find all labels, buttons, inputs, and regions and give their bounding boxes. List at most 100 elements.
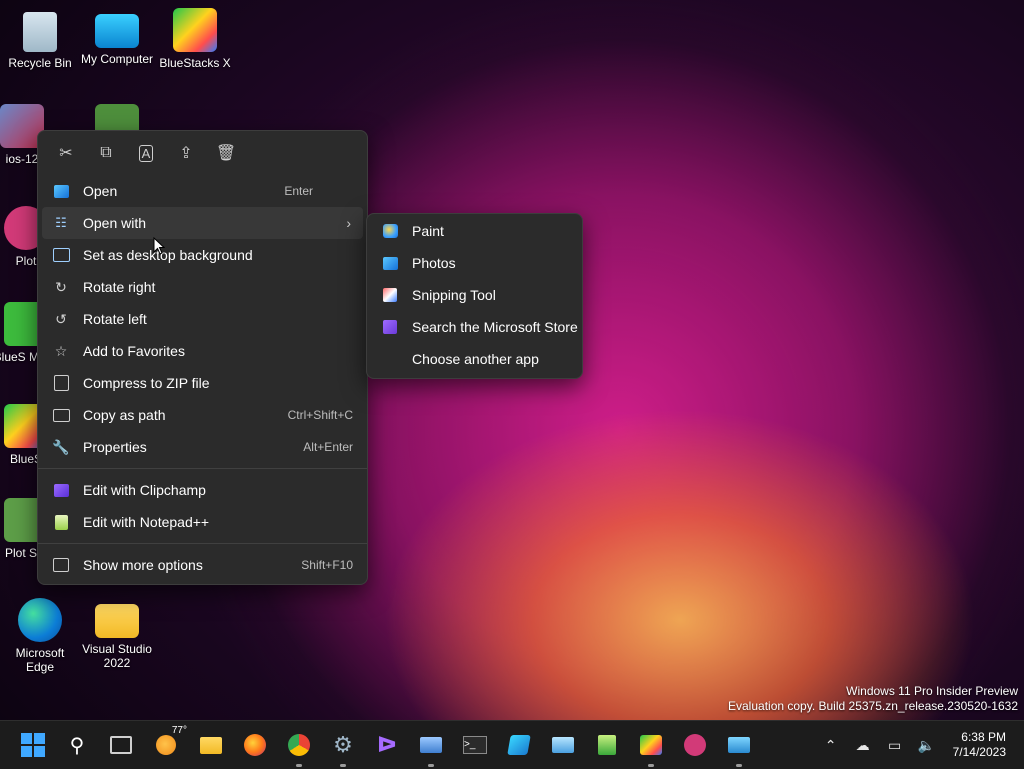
monitor-chart-icon <box>420 737 442 753</box>
monitor-icon <box>95 14 139 48</box>
rename-button[interactable]: A <box>130 137 162 169</box>
menu-item-label: Set as desktop background <box>83 247 253 263</box>
share-button[interactable]: ⇪ <box>170 137 202 169</box>
desktop-icon-label: My Computer <box>80 52 154 66</box>
menu-item-set-background[interactable]: Set as desktop background <box>42 239 363 271</box>
cut-button[interactable]: ✂ <box>50 137 82 169</box>
weather-icon <box>156 735 176 755</box>
taskbar-settings[interactable]: ⚙ <box>327 729 359 767</box>
taskbar-visual-studio[interactable]: ᐅ <box>371 729 403 761</box>
share-icon: ⇪ <box>179 145 193 162</box>
open-with-submenu: Paint Photos Snipping Tool Search the Mi… <box>366 213 583 379</box>
menu-item-label: Rotate right <box>83 279 156 295</box>
submenu-item-label: Snipping Tool <box>412 287 496 303</box>
open-with-icon: ☷ <box>55 215 67 230</box>
start-button[interactable] <box>17 729 49 761</box>
menu-item-rotate-right[interactable]: ↻ Rotate right <box>42 271 363 303</box>
edge-icon <box>18 598 62 642</box>
copy-path-icon <box>52 406 70 424</box>
submenu-item-label: Paint <box>412 223 444 239</box>
desktop-icon-label: Microsoft Edge <box>15 646 65 674</box>
menu-item-label: Copy as path <box>83 407 166 423</box>
wrench-icon: 🔧 <box>52 438 70 455</box>
menu-item-show-more[interactable]: Show more options Shift+F10 <box>42 549 363 581</box>
photos-icon <box>381 254 399 272</box>
clock[interactable]: 6:38 PM 7/14/2023 <box>953 730 1006 760</box>
taskbar-terminal[interactable]: >_ <box>459 729 491 761</box>
taskbar-plot-app[interactable] <box>679 729 711 761</box>
taskbar-chrome[interactable] <box>283 729 315 767</box>
chevron-up-icon[interactable]: ⌃ <box>820 737 842 754</box>
submenu-item-paint[interactable]: Paint <box>371 215 578 247</box>
submenu-item-choose-another-app[interactable]: Choose another app <box>371 343 578 375</box>
weather-temp: 77° <box>171 725 187 736</box>
mouse-cursor-icon <box>153 237 165 255</box>
taskbar-rdp[interactable] <box>723 729 755 767</box>
menu-item-label: Open with <box>83 215 147 231</box>
network-icon[interactable]: ▭ <box>884 737 906 754</box>
desktop-icon-label: Visual Studio 2022 <box>82 642 152 670</box>
taskbar-bluestacks[interactable] <box>635 729 667 767</box>
menu-item-shortcut: Enter <box>284 184 313 198</box>
menu-item-open-with[interactable]: ☷ Open with › <box>42 207 363 239</box>
menu-item-label: Edit with Clipchamp <box>83 482 206 498</box>
menu-item-properties[interactable]: 🔧 Properties Alt+Enter <box>42 431 363 463</box>
menu-item-notepadpp[interactable]: Edit with Notepad++ <box>42 506 363 538</box>
copy-icon: ⧉ <box>100 144 112 161</box>
watermark-line1: Windows 11 Pro Insider Preview <box>846 684 1018 698</box>
desktop-icon-visual-studio[interactable]: Visual Studio 2022 <box>77 598 157 670</box>
desktop-icon-recycle-bin[interactable]: Recycle Bin <box>0 8 80 70</box>
desktop-icon-bluestacks-x[interactable]: BlueStacks X <box>155 8 235 70</box>
plot-app-icon <box>684 734 706 756</box>
taskbar-firefox[interactable] <box>239 729 271 761</box>
menu-item-shortcut: Ctrl+Shift+C <box>287 408 353 422</box>
blank-icon <box>381 350 399 368</box>
menu-item-copy-path[interactable]: Copy as path Ctrl+Shift+C <box>42 399 363 431</box>
copy-button[interactable]: ⧉ <box>90 137 122 169</box>
menu-item-add-favorites[interactable]: ☆ Add to Favorites <box>42 335 363 367</box>
cloud-offline-icon[interactable]: ☁ <box>852 737 874 754</box>
menu-item-shortcut: Shift+F10 <box>301 558 353 572</box>
zip-icon <box>52 374 70 392</box>
search-icon: ⚲ <box>69 734 85 757</box>
desktop-icon-label: Plot <box>15 254 37 268</box>
submenu-item-microsoft-store[interactable]: Search the Microsoft Store <box>371 311 578 343</box>
menu-item-compress-zip[interactable]: Compress to ZIP file <box>42 367 363 399</box>
watermark-line2: Evaluation copy. Build 25375.zn_release.… <box>728 699 1018 713</box>
volume-icon[interactable]: 🔈 <box>916 737 938 754</box>
task-view-button[interactable] <box>105 729 137 761</box>
desktop-icon-my-computer[interactable]: My Computer <box>77 8 157 66</box>
search-button[interactable]: ⚲ <box>61 729 93 761</box>
menu-item-open[interactable]: Open Enter <box>42 175 363 207</box>
desktop-icon-label: BlueStacks X <box>159 56 231 70</box>
taskbar-control-panel[interactable] <box>547 729 579 761</box>
taskbar-resource-monitor[interactable] <box>415 729 447 767</box>
menu-item-label: Properties <box>83 439 147 455</box>
menu-item-rotate-left[interactable]: ↺ Rotate left <box>42 303 363 335</box>
gear-icon: ⚙ <box>333 732 353 757</box>
system-tray: ⌃ ☁ ▭ 🔈 6:38 PM 7/14/2023 <box>815 721 1024 769</box>
taskbar-notepadpp[interactable] <box>591 729 623 761</box>
submenu-item-label: Search the Microsoft Store <box>412 319 578 335</box>
submenu-item-photos[interactable]: Photos <box>371 247 578 279</box>
star-icon: ☆ <box>54 342 68 359</box>
delete-button[interactable]: 🗑 <box>210 137 242 169</box>
microsoft-store-icon <box>381 318 399 336</box>
taskbar-file-explorer[interactable] <box>195 729 227 761</box>
running-indicator <box>296 764 302 767</box>
weather-widget[interactable]: 77° <box>149 725 187 761</box>
desktop-icon-edge[interactable]: Microsoft Edge <box>0 598 80 674</box>
menu-item-label: Open <box>83 183 118 199</box>
clipchamp-icon <box>52 481 70 499</box>
desktop-icon-label: ios-12 <box>5 152 39 166</box>
menu-item-clipchamp[interactable]: Edit with Clipchamp <box>42 474 363 506</box>
photos-icon <box>52 182 70 200</box>
submenu-item-snipping-tool[interactable]: Snipping Tool <box>371 279 578 311</box>
task-view-icon <box>110 736 132 754</box>
control-panel-icon <box>552 737 574 753</box>
visual-studio-icon: ᐅ <box>377 732 397 757</box>
menu-item-label: Compress to ZIP file <box>83 375 210 391</box>
cut-icon: ✂ <box>59 145 73 162</box>
folder-icon <box>95 604 139 638</box>
taskbar-app-blue[interactable] <box>503 729 535 761</box>
